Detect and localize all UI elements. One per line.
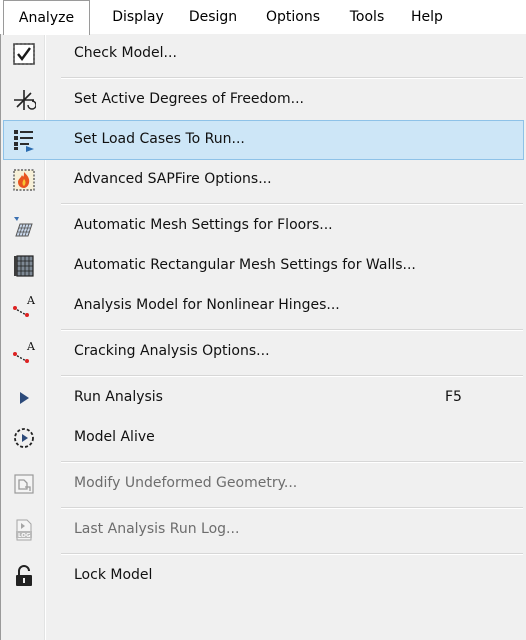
menu-separator — [61, 77, 523, 79]
menu-options[interactable]: Options — [259, 0, 327, 34]
wall-mesh-icon — [12, 254, 36, 278]
run-log-icon: LOG — [12, 518, 36, 542]
menu-design[interactable]: Design — [183, 0, 243, 34]
menu-bar: Analyze Display Design Options Tools Hel… — [0, 0, 526, 35]
load-cases-icon — [12, 128, 36, 152]
menu-item-run-analysis[interactable]: Run Analysis F5 — [3, 378, 524, 418]
svg-text:LOG: LOG — [18, 533, 31, 539]
menu-item-model-alive[interactable]: Model Alive — [3, 418, 524, 458]
menu-separator — [61, 329, 523, 331]
menu-item-sapfire[interactable]: Advanced SAPFire Options... — [3, 160, 524, 200]
menu-item-label: Set Load Cases To Run... — [74, 131, 245, 147]
menu-item-label: Analysis Model for Nonlinear Hinges... — [74, 297, 340, 313]
menu-item-lock-model[interactable]: Lock Model — [3, 556, 524, 596]
menu-item-label: Set Active Degrees of Freedom... — [74, 91, 304, 107]
menu-item-floor-mesh[interactable]: Automatic Mesh Settings for Floors... — [3, 206, 524, 246]
menu-item-nonlinear-hinges[interactable]: A Analysis Model for Nonlinear Hinges... — [3, 286, 524, 326]
menu-item-modify-geometry[interactable]: Modify Undeformed Geometry... — [3, 464, 524, 504]
menu-item-load-cases[interactable]: Set Load Cases To Run... — [3, 120, 524, 160]
nonlinear-hinges-icon: A — [12, 294, 36, 318]
menu-help[interactable]: Help — [405, 0, 449, 34]
svg-text:A: A — [26, 294, 36, 307]
sapfire-icon — [12, 168, 36, 192]
menu-item-label: Advanced SAPFire Options... — [74, 171, 272, 187]
menu-separator — [61, 461, 523, 463]
menu-item-label: Automatic Rectangular Mesh Settings for … — [74, 257, 416, 273]
menu-item-label: Check Model... — [74, 45, 177, 61]
menu-item-label: Automatic Mesh Settings for Floors... — [74, 217, 333, 233]
menu-separator — [61, 375, 523, 377]
modify-geometry-icon — [12, 472, 36, 496]
menu-analyze[interactable]: Analyze — [3, 0, 90, 35]
menu-item-label: Lock Model — [74, 567, 153, 583]
menu-separator — [61, 507, 523, 509]
menu-separator — [61, 553, 523, 555]
run-analysis-icon — [12, 386, 36, 410]
menu-tools[interactable]: Tools — [343, 0, 391, 34]
menu-item-label: Model Alive — [74, 429, 155, 445]
degrees-of-freedom-icon — [12, 88, 37, 112]
floor-mesh-icon — [12, 214, 36, 238]
menu-item-degrees-of-freedom[interactable]: Set Active Degrees of Freedom... — [3, 80, 524, 120]
shortcut-label: F5 — [445, 389, 462, 405]
menu-item-label: Last Analysis Run Log... — [74, 521, 240, 537]
menu-item-label: Modify Undeformed Geometry... — [74, 475, 298, 491]
menu-display[interactable]: Display — [108, 0, 168, 34]
check-model-icon — [12, 42, 36, 66]
menu-item-label: Cracking Analysis Options... — [74, 343, 270, 359]
analyze-dropdown-menu: Check Model... Set Active Degrees of Fre… — [0, 34, 526, 640]
menu-item-cracking-analysis[interactable]: A Cracking Analysis Options... — [3, 332, 524, 372]
svg-text:A: A — [26, 340, 36, 353]
menu-item-run-log[interactable]: LOG Last Analysis Run Log... — [3, 510, 524, 550]
menu-item-check-model[interactable]: Check Model... — [3, 34, 524, 74]
menu-separator — [61, 203, 523, 205]
cracking-analysis-icon: A — [12, 340, 36, 364]
model-alive-icon — [12, 426, 36, 450]
menu-item-label: Run Analysis — [74, 389, 163, 405]
menu-item-wall-mesh[interactable]: Automatic Rectangular Mesh Settings for … — [3, 246, 524, 286]
lock-icon — [12, 564, 36, 588]
